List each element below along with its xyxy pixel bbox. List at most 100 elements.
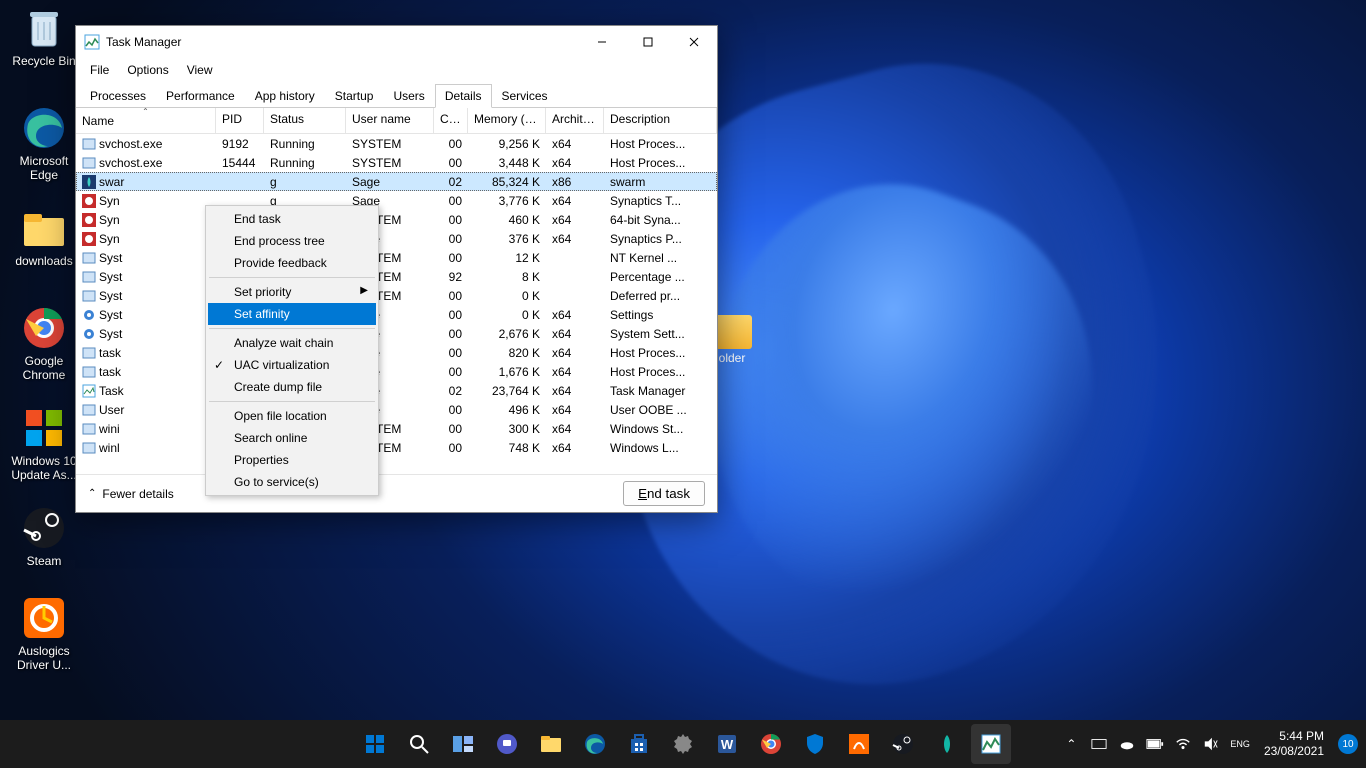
notification-badge[interactable]: 10 (1338, 734, 1358, 754)
col-pid[interactable]: PID (216, 108, 264, 133)
settings-button[interactable] (663, 724, 703, 764)
titlebar[interactable]: Task Manager (76, 26, 717, 58)
col-memory[interactable]: Memory (a... (468, 108, 546, 133)
desktop-icon-auslogics-driver-u-[interactable]: Auslogics Driver U... (6, 594, 82, 672)
tab-users[interactable]: Users (383, 84, 434, 108)
desktop-icon-steam[interactable]: Steam (6, 504, 82, 568)
tab-details[interactable]: Details (435, 84, 492, 108)
col-desc[interactable]: Description (604, 108, 717, 133)
cell-user: SYSTEM (346, 136, 434, 152)
cell-memory: 3,448 K (468, 155, 546, 171)
cell-cpu: 00 (434, 136, 468, 152)
chevron-up-icon: ⌃ (88, 488, 96, 499)
chat-button[interactable] (487, 724, 527, 764)
context-menu-analyze-wait-chain[interactable]: Analyze wait chain (208, 332, 376, 354)
table-row[interactable]: SystgSage002,676 Kx64System Sett... (76, 324, 717, 343)
submenu-arrow-icon: ▶ (360, 285, 368, 296)
close-button[interactable] (671, 26, 717, 58)
table-row[interactable]: TaskgSage0223,764 Kx64Task Manager (76, 381, 717, 400)
table-row[interactable]: UsergSage00496 Kx64User OOBE ... (76, 400, 717, 419)
cell-arch: x64 (546, 383, 604, 399)
desktop-icon-windows-10-update-as-[interactable]: Windows 10 Update As... (6, 404, 82, 482)
start-button[interactable] (355, 724, 395, 764)
table-row[interactable]: taskgSage00820 Kx64Host Proces... (76, 343, 717, 362)
table-row[interactable]: svchost.exe9192RunningSYSTEM009,256 Kx64… (76, 134, 717, 153)
context-menu-provide-feedback[interactable]: Provide feedback (208, 252, 376, 274)
table-row[interactable]: winlgSYSTEM00748 Kx64Windows L... (76, 438, 717, 457)
tray-onedrive-icon[interactable] (1118, 735, 1136, 753)
menu-view[interactable]: View (179, 60, 221, 80)
explorer-button[interactable] (531, 724, 571, 764)
minimize-button[interactable] (579, 26, 625, 58)
context-menu-open-file-location[interactable]: Open file location (208, 405, 376, 427)
tray-volume-icon[interactable] (1202, 735, 1220, 753)
tab-startup[interactable]: Startup (325, 84, 384, 108)
task-view-button[interactable] (443, 724, 483, 764)
tab-app-history[interactable]: App history (245, 84, 325, 108)
edge-button[interactable] (575, 724, 615, 764)
table-row[interactable]: swargSage0285,324 Kx86swarm (76, 172, 717, 191)
taskmgr-taskbar-button[interactable] (971, 724, 1011, 764)
grid-header[interactable]: Name⌃ PID Status User name CPU Memory (a… (76, 108, 717, 134)
context-menu-go-to-service-s-[interactable]: Go to service(s) (208, 471, 376, 493)
taskbar-clock[interactable]: 5:44 PM 23/08/2021 (1264, 729, 1324, 759)
context-menu-end-process-tree[interactable]: End process tree (208, 230, 376, 252)
tray-battery-icon[interactable] (1146, 735, 1164, 753)
context-menu-end-task[interactable]: End task (208, 208, 376, 230)
col-user[interactable]: User name (346, 108, 434, 133)
context-menu-uac-virtualization[interactable]: ✓UAC virtualization (208, 354, 376, 376)
context-menu-set-affinity[interactable]: Set affinity (208, 303, 376, 325)
table-row[interactable]: SyngSage00376 Kx64Synaptics P... (76, 229, 717, 248)
cell-arch (546, 295, 604, 297)
table-row[interactable]: SystgSYSTEM000 KDeferred pr... (76, 286, 717, 305)
cell-memory: 0 K (468, 288, 546, 304)
col-arch[interactable]: Archite... (546, 108, 604, 133)
tab-performance[interactable]: Performance (156, 84, 245, 108)
desktop-icon-microsoft-edge[interactable]: Microsoft Edge (6, 104, 82, 182)
table-row[interactable]: SyngSage003,776 Kx64Synaptics T... (76, 191, 717, 210)
app-orange-button[interactable] (839, 724, 879, 764)
fewer-details-toggle[interactable]: ⌃ Fewer details (88, 487, 174, 501)
tab-services[interactable]: Services (492, 84, 558, 108)
table-row[interactable]: SystgSYSTEM0012 KNT Kernel ... (76, 248, 717, 267)
security-button[interactable] (795, 724, 835, 764)
word-button[interactable]: W (707, 724, 747, 764)
context-menu-create-dump-file[interactable]: Create dump file (208, 376, 376, 398)
table-row[interactable]: SyngSYSTEM00460 Kx6464-bit Syna... (76, 210, 717, 229)
context-menu-set-priority[interactable]: Set priority▶ (208, 281, 376, 303)
col-cpu[interactable]: CPU (434, 108, 468, 133)
tray-overflow-icon[interactable]: ⌃ (1062, 735, 1080, 753)
desktop-icon-google-chrome[interactable]: Google Chrome (6, 304, 82, 382)
tray-wifi-icon[interactable] (1174, 735, 1192, 753)
desktop-icon-downloads[interactable]: downloads (6, 204, 82, 268)
tray-keyboard-icon[interactable] (1090, 735, 1108, 753)
steam-button[interactable] (883, 724, 923, 764)
context-menu-properties[interactable]: Properties (208, 449, 376, 471)
cell-name: Syn (99, 213, 120, 227)
menu-options[interactable]: Options (119, 60, 176, 80)
table-row[interactable]: SystdedSage000 Kx64Settings (76, 305, 717, 324)
desktop-icon-recycle-bin[interactable]: Recycle Bin (6, 4, 82, 68)
context-menu-label: Search online (234, 431, 307, 445)
tray-language-icon[interactable]: ENG (1230, 735, 1250, 753)
cell-desc: Deferred pr... (604, 288, 717, 304)
menu-file[interactable]: File (82, 60, 117, 80)
search-button[interactable] (399, 724, 439, 764)
cell-cpu: 00 (434, 155, 468, 171)
table-row[interactable]: taskgSage001,676 Kx64Host Proces... (76, 362, 717, 381)
col-status[interactable]: Status (264, 108, 346, 133)
cell-arch: x64 (546, 345, 604, 361)
table-row[interactable]: svchost.exe15444RunningSYSTEM003,448 Kx6… (76, 153, 717, 172)
table-row[interactable]: SystgSYSTEM928 KPercentage ... (76, 267, 717, 286)
tab-processes[interactable]: Processes (80, 84, 156, 108)
context-menu-search-online[interactable]: Search online (208, 427, 376, 449)
chrome-button[interactable] (751, 724, 791, 764)
end-task-button[interactable]: End task (623, 481, 705, 506)
maximize-button[interactable] (625, 26, 671, 58)
cell-status: g (264, 174, 346, 190)
table-row[interactable]: winigSYSTEM00300 Kx64Windows St... (76, 419, 717, 438)
store-button[interactable] (619, 724, 659, 764)
cell-cpu: 00 (434, 288, 468, 304)
col-name[interactable]: Name⌃ (76, 108, 216, 133)
app-teal-button[interactable] (927, 724, 967, 764)
